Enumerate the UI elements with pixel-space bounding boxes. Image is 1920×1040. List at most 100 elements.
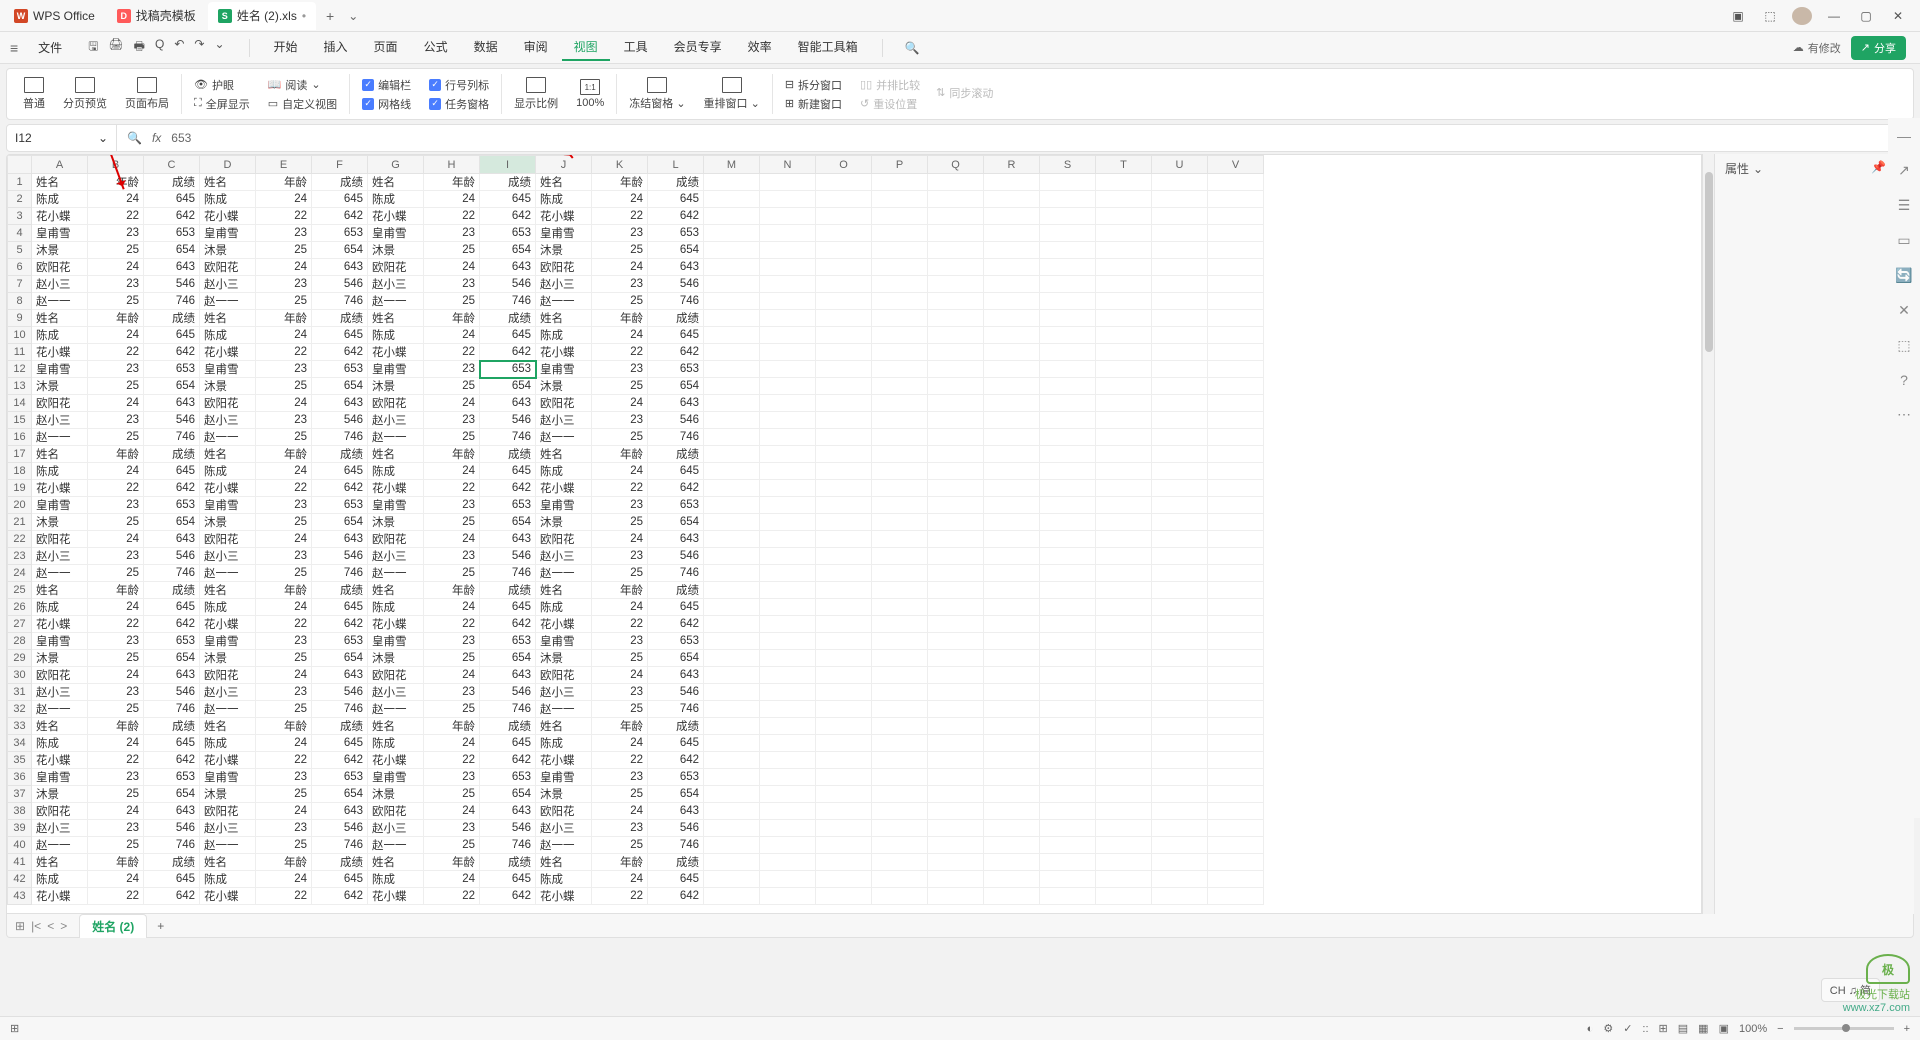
cell[interactable]: 654 (312, 242, 368, 259)
cell[interactable]: 23 (592, 276, 648, 293)
cell[interactable]: 欧阳花 (536, 531, 592, 548)
cell[interactable]: 25 (256, 429, 312, 446)
cell[interactable]: 746 (648, 701, 704, 718)
cell[interactable]: 23 (88, 225, 144, 242)
cell[interactable]: 643 (312, 667, 368, 684)
cell[interactable]: 645 (648, 735, 704, 752)
cell[interactable] (1096, 752, 1152, 769)
cell[interactable] (1040, 429, 1096, 446)
cell[interactable] (984, 514, 1040, 531)
cell[interactable]: 年龄 (256, 174, 312, 191)
cell[interactable] (1208, 378, 1264, 395)
row-header[interactable]: 13 (8, 378, 32, 395)
cell[interactable]: 陈成 (200, 871, 256, 888)
tab-doc[interactable]: S 姓名 (2).xls • (208, 2, 316, 30)
cell[interactable] (816, 752, 872, 769)
cell[interactable]: 皇甫雪 (368, 225, 424, 242)
cell[interactable]: 653 (144, 633, 200, 650)
cell[interactable]: 642 (312, 344, 368, 361)
cell[interactable]: 645 (480, 463, 536, 480)
cell[interactable] (1040, 531, 1096, 548)
cell[interactable] (816, 531, 872, 548)
cell[interactable]: 陈成 (200, 191, 256, 208)
cell[interactable]: 赵小三 (32, 684, 88, 701)
view-mode-icon[interactable]: ▦ (1698, 1022, 1708, 1035)
cell[interactable] (1096, 327, 1152, 344)
cell[interactable]: 24 (424, 599, 480, 616)
tool-icon[interactable]: :: (1642, 1023, 1648, 1035)
cell[interactable]: 姓名 (200, 718, 256, 735)
pin-icon[interactable]: 📌 (1871, 160, 1886, 174)
cell[interactable]: 642 (648, 752, 704, 769)
cell[interactable]: 成绩 (648, 718, 704, 735)
cell[interactable] (1096, 820, 1152, 837)
cell[interactable] (984, 480, 1040, 497)
cell[interactable] (984, 888, 1040, 905)
cell[interactable]: 花小蝶 (536, 480, 592, 497)
cell[interactable]: 22 (256, 888, 312, 905)
cell[interactable]: 654 (648, 242, 704, 259)
cell[interactable]: 22 (88, 480, 144, 497)
cell[interactable] (760, 446, 816, 463)
cell[interactable]: 欧阳花 (200, 395, 256, 412)
cell[interactable] (1208, 293, 1264, 310)
cell[interactable]: 成绩 (144, 446, 200, 463)
cell[interactable]: 24 (424, 871, 480, 888)
cell[interactable]: 24 (424, 395, 480, 412)
cell[interactable]: 23 (88, 684, 144, 701)
cell[interactable]: 24 (592, 259, 648, 276)
cell[interactable]: 643 (312, 259, 368, 276)
cell[interactable]: 陈成 (536, 463, 592, 480)
cell[interactable] (1152, 429, 1208, 446)
split-window[interactable]: ⊟拆分窗口 (785, 77, 842, 93)
cell[interactable]: 花小蝶 (32, 208, 88, 225)
cell[interactable]: 23 (592, 633, 648, 650)
cell[interactable]: 沐景 (368, 650, 424, 667)
view-page-layout[interactable]: 页面布局 (119, 77, 175, 111)
cell[interactable]: 成绩 (312, 446, 368, 463)
col-header[interactable]: Q (928, 156, 984, 174)
cell[interactable]: 赵一一 (536, 429, 592, 446)
cell[interactable]: 24 (256, 803, 312, 820)
col-header[interactable]: J (536, 156, 592, 174)
cell[interactable]: 赵小三 (368, 276, 424, 293)
cell[interactable]: 546 (144, 820, 200, 837)
cell[interactable]: 姓名 (368, 718, 424, 735)
cell[interactable] (704, 786, 760, 803)
cell[interactable]: 陈成 (368, 191, 424, 208)
row-header[interactable]: 41 (8, 854, 32, 871)
cell[interactable]: 643 (144, 667, 200, 684)
cell[interactable]: 23 (256, 633, 312, 650)
cell[interactable] (760, 650, 816, 667)
cell[interactable] (704, 735, 760, 752)
cell[interactable]: 年龄 (424, 310, 480, 327)
cell[interactable] (760, 599, 816, 616)
name-box[interactable]: I12 ⌄ (7, 125, 117, 151)
cell[interactable]: 年龄 (88, 310, 144, 327)
cell[interactable]: 欧阳花 (200, 531, 256, 548)
cell[interactable]: 642 (144, 888, 200, 905)
cell[interactable] (760, 582, 816, 599)
cell[interactable] (1096, 616, 1152, 633)
cell[interactable]: 花小蝶 (32, 480, 88, 497)
cell[interactable] (1040, 599, 1096, 616)
cell[interactable]: 赵小三 (536, 412, 592, 429)
cell[interactable]: 642 (312, 888, 368, 905)
cell[interactable] (1152, 378, 1208, 395)
check-gridlines[interactable]: ✓网格线 (362, 96, 411, 112)
cell[interactable]: 皇甫雪 (200, 769, 256, 786)
cell[interactable] (704, 582, 760, 599)
cell[interactable] (704, 718, 760, 735)
cell[interactable]: 皇甫雪 (536, 361, 592, 378)
cell[interactable]: 年龄 (592, 854, 648, 871)
cell[interactable] (1040, 735, 1096, 752)
cell[interactable]: 陈成 (32, 327, 88, 344)
scroll-thumb[interactable] (1705, 172, 1713, 352)
cell[interactable] (1040, 769, 1096, 786)
cell[interactable]: 24 (592, 531, 648, 548)
cell[interactable] (1040, 633, 1096, 650)
cell[interactable]: 成绩 (312, 174, 368, 191)
cell[interactable]: 姓名 (200, 174, 256, 191)
cell[interactable]: 24 (592, 871, 648, 888)
ribbon-tab-会员专享[interactable]: 会员专享 (662, 34, 734, 61)
